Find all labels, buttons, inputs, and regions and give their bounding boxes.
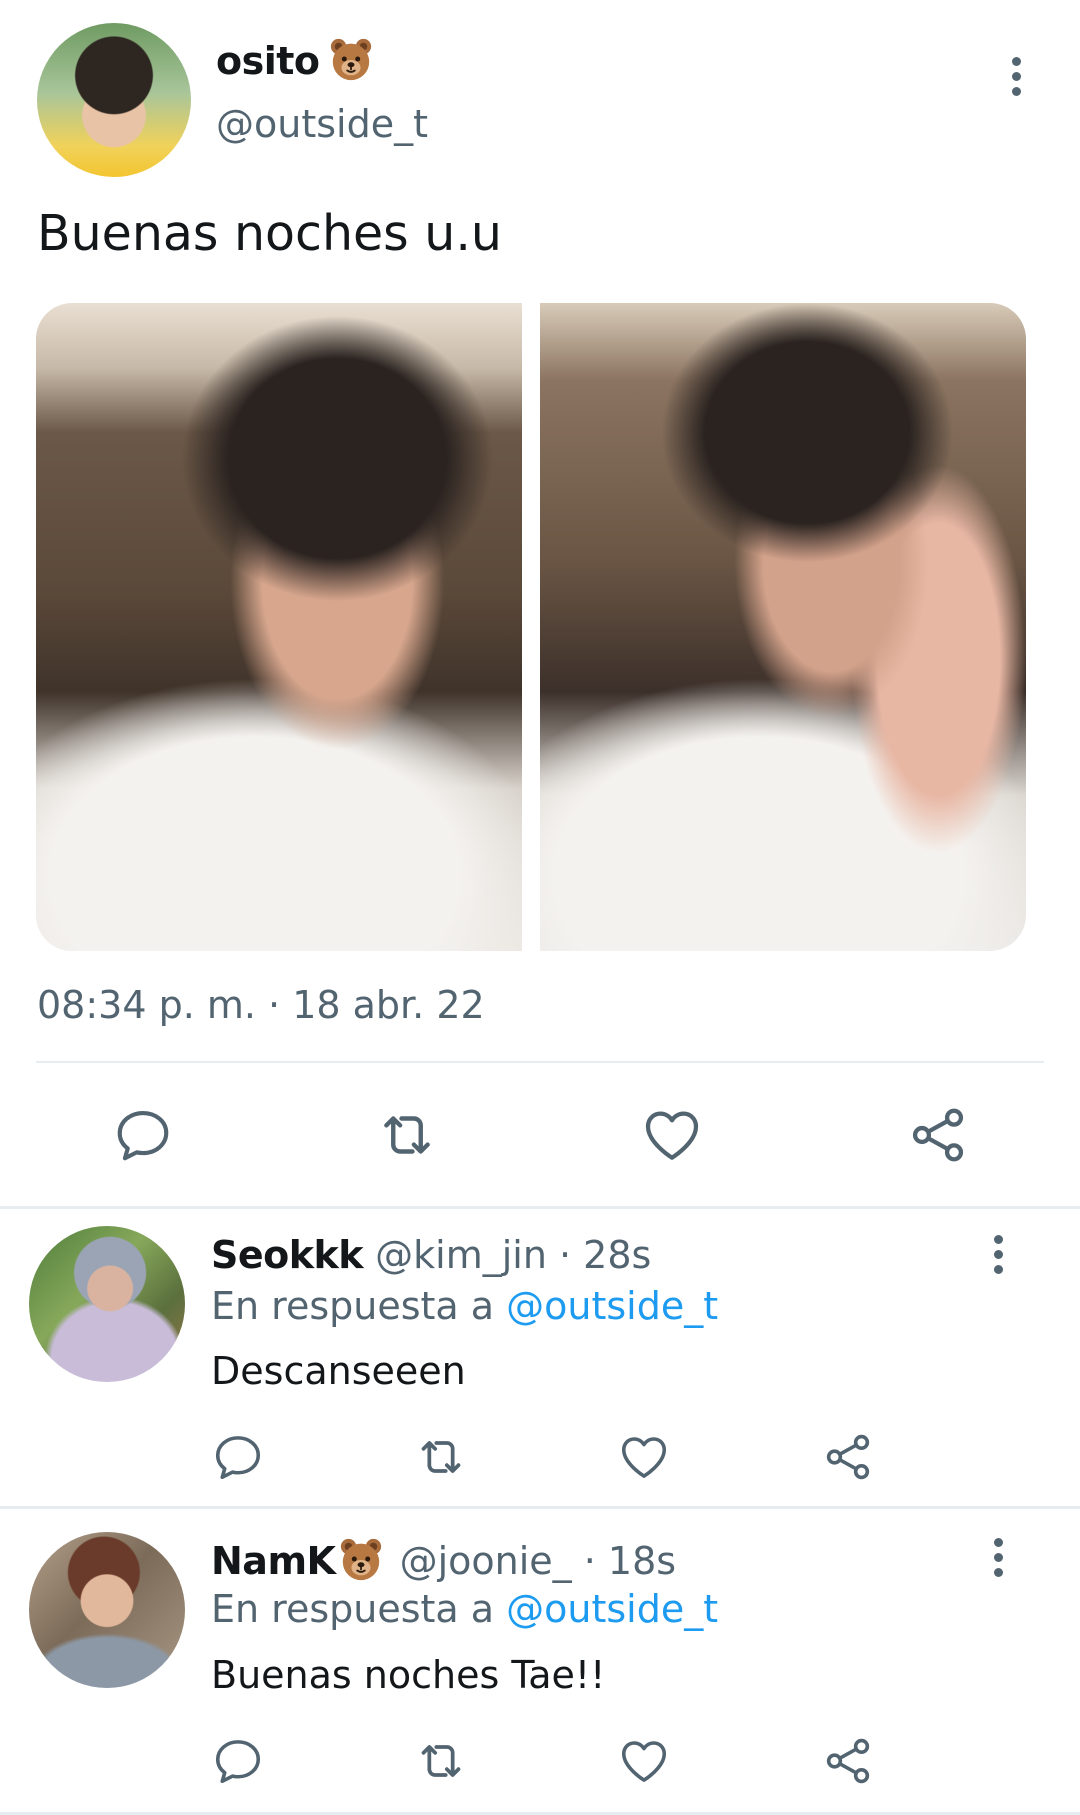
like-icon[interactable] xyxy=(637,1100,707,1170)
author-avatar[interactable] xyxy=(37,23,191,177)
reply-tweet[interactable]: NamK @joonie_ · 18s En respuesta a @outs… xyxy=(0,1509,1080,1809)
reply-header: Seokkk @kim_jin · 28s xyxy=(211,1233,651,1277)
reply-actions xyxy=(0,1427,1080,1487)
share-icon[interactable] xyxy=(903,1100,973,1170)
like-icon[interactable] xyxy=(614,1731,674,1791)
replying-to-label: En respuesta a xyxy=(211,1284,507,1328)
replying-to-mention[interactable]: @outside_t xyxy=(506,1284,718,1328)
reply-text: Buenas noches Tae!! xyxy=(211,1653,606,1697)
replying-to: En respuesta a @outside_t xyxy=(211,1587,718,1631)
replying-to-mention[interactable]: @outside_t xyxy=(506,1587,718,1631)
replying-to: En respuesta a @outside_t xyxy=(211,1284,718,1328)
reply-icon[interactable] xyxy=(208,1427,268,1487)
reply-avatar[interactable] xyxy=(29,1532,185,1688)
tweet-media xyxy=(36,303,1026,951)
retweet-icon[interactable] xyxy=(411,1427,471,1487)
reply-icon[interactable] xyxy=(108,1100,178,1170)
bear-face-emoji-icon xyxy=(328,36,374,82)
replying-to-label: En respuesta a xyxy=(211,1587,507,1631)
main-tweet: osito @outside_t Buenas noches u.u 08:34… xyxy=(0,0,1080,1206)
tweet-actions xyxy=(0,1100,1080,1170)
bear-face-emoji-icon xyxy=(338,1536,384,1582)
more-options-icon[interactable] xyxy=(984,1233,1014,1277)
reply-author-handle[interactable]: @joonie_ xyxy=(400,1539,572,1583)
reply-text: Descanseeen xyxy=(211,1349,466,1393)
like-icon[interactable] xyxy=(614,1427,674,1487)
tweet-text: Buenas noches u.u xyxy=(37,205,502,262)
author-name: osito xyxy=(216,39,320,83)
tweet-photo-1[interactable] xyxy=(36,303,522,951)
author-name-row[interactable]: osito xyxy=(216,36,374,83)
share-icon[interactable] xyxy=(818,1731,878,1791)
reply-avatar[interactable] xyxy=(29,1226,185,1382)
reply-author-handle[interactable]: @kim_jin xyxy=(375,1233,547,1277)
reply-author-name[interactable]: Seokkk xyxy=(211,1233,364,1277)
author-handle[interactable]: @outside_t xyxy=(216,102,428,146)
divider xyxy=(36,1061,1044,1063)
share-icon[interactable] xyxy=(818,1427,878,1487)
reply-author-name[interactable]: NamK xyxy=(211,1539,336,1583)
retweet-icon[interactable] xyxy=(372,1100,442,1170)
tweet-photo-2[interactable] xyxy=(540,303,1026,951)
reply-header: NamK @joonie_ · 18s xyxy=(211,1536,676,1583)
reply-time: · 18s xyxy=(571,1539,677,1583)
reply-icon[interactable] xyxy=(208,1731,268,1791)
more-options-icon[interactable] xyxy=(1002,55,1032,99)
more-options-icon[interactable] xyxy=(984,1536,1014,1580)
retweet-icon[interactable] xyxy=(411,1731,471,1791)
tweet-timestamp[interactable]: 08:34 p. m. · 18 abr. 22 xyxy=(37,983,485,1027)
reply-tweet[interactable]: Seokkk @kim_jin · 28s En respuesta a @ou… xyxy=(0,1209,1080,1506)
reply-time: · 28s xyxy=(546,1233,652,1277)
reply-actions xyxy=(0,1731,1080,1791)
